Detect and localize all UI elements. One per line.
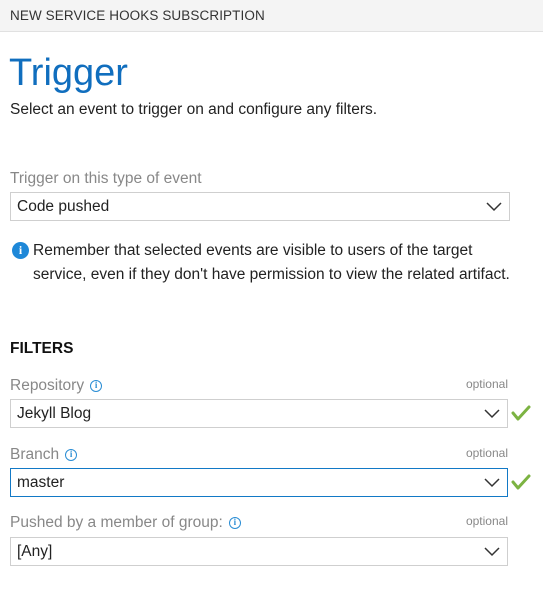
event-type-label: Trigger on this type of event bbox=[10, 170, 202, 188]
repository-optional-tag: optional bbox=[465, 377, 508, 391]
repository-info-icon[interactable]: i bbox=[90, 380, 103, 392]
branch-valid-check-icon bbox=[511, 474, 531, 490]
pushed-by-group-select[interactable]: [Any] bbox=[10, 537, 508, 566]
info-icon: i bbox=[12, 242, 29, 259]
branch-select[interactable]: master bbox=[10, 468, 508, 497]
repository-label: Repository i bbox=[10, 377, 103, 395]
chevron-down-icon bbox=[484, 547, 500, 557]
event-type-select[interactable]: Code pushed bbox=[10, 192, 510, 221]
event-type-value: Code pushed bbox=[17, 198, 110, 215]
pushed-by-group-value: [Any] bbox=[17, 543, 53, 560]
window-title: NEW SERVICE HOOKS SUBSCRIPTION bbox=[10, 8, 265, 23]
chevron-down-icon bbox=[484, 409, 500, 419]
branch-optional-tag: optional bbox=[465, 446, 508, 460]
chevron-down-icon bbox=[486, 202, 502, 212]
repository-select[interactable]: Jekyll Blog bbox=[10, 399, 508, 428]
page-description: Select an event to trigger on and config… bbox=[10, 101, 378, 118]
repository-label-text: Repository bbox=[10, 377, 85, 394]
branch-value: master bbox=[17, 474, 65, 491]
pushed-by-group-label: Pushed by a member of group: i bbox=[10, 514, 241, 532]
pushed-by-group-optional-tag: optional bbox=[465, 514, 508, 528]
repository-valid-check-icon bbox=[511, 405, 531, 421]
event-type-label-text: Trigger on this type of event bbox=[10, 170, 202, 187]
page-title: Trigger bbox=[9, 52, 128, 94]
pushed-by-group-label-text: Pushed by a member of group: bbox=[10, 514, 223, 531]
branch-info-icon[interactable]: i bbox=[65, 449, 78, 461]
branch-label: Branch i bbox=[10, 446, 78, 464]
branch-label-text: Branch bbox=[10, 446, 60, 463]
filters-heading: FILTERS bbox=[10, 340, 74, 357]
pushed-by-group-info-icon[interactable]: i bbox=[228, 517, 241, 529]
repository-value: Jekyll Blog bbox=[17, 405, 92, 422]
title-bar: NEW SERVICE HOOKS SUBSCRIPTION bbox=[0, 0, 543, 32]
notice-text: Remember that selected events are visibl… bbox=[33, 242, 510, 283]
chevron-down-icon bbox=[484, 478, 500, 488]
